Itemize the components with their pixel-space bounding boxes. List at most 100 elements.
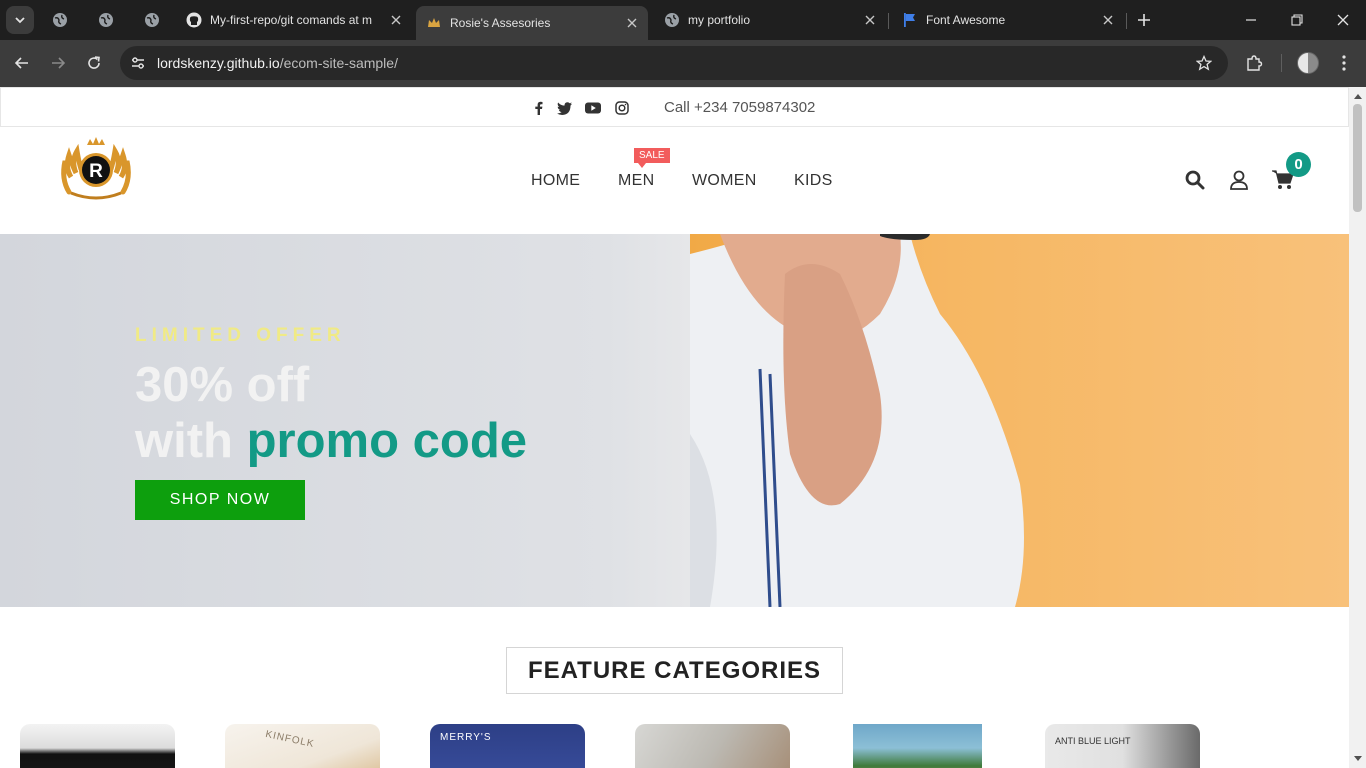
close-icon[interactable] [1098,10,1118,30]
sale-badge: SALE [634,148,670,168]
page-scrollbar[interactable] [1349,87,1366,768]
tab-separator [888,13,889,29]
tab-github-repo[interactable]: My-first-repo/git comands at m [176,6,412,34]
scroll-up-arrow[interactable] [1353,91,1362,100]
twitter-icon [556,101,572,115]
flag-icon [902,12,918,28]
pinned-tab-2[interactable] [96,10,116,30]
tab-title: My-first-repo/git comands at m [210,13,373,27]
logo-letter: R [89,161,103,182]
phone-number[interactable]: Call +234 7059874302 [664,99,815,116]
hero-banner: LIMITED OFFER 30% off with promo code SH… [0,234,1349,607]
tab-my-portfolio[interactable]: my portfolio [654,6,886,34]
category-card[interactable]: MERRY'S [430,724,585,768]
scrollbar-thumb[interactable] [1353,104,1362,212]
close-icon[interactable] [622,13,642,33]
nav-men[interactable]: MEN [618,172,654,190]
restore-button[interactable] [1287,10,1307,30]
url-path: /ecom-site-sample/ [279,55,398,71]
close-icon[interactable] [386,10,406,30]
search-icon [1185,170,1205,190]
arrow-right-icon [52,57,66,69]
github-icon [186,12,202,28]
close-window-button[interactable] [1333,10,1353,30]
toolbar-separator [1281,54,1282,72]
hero-headline: 30% off [135,358,310,412]
category-card-text: MERRY'S [440,732,492,743]
url-text: lordskenzy.github.io/ecom-site-sample/ [157,55,398,71]
globe-icon [99,13,113,27]
globe-icon [664,12,680,28]
browser-toolbar: lordskenzy.github.io/ecom-site-sample/ [0,40,1366,87]
extensions-button[interactable] [1243,52,1265,74]
forward-button[interactable] [47,52,69,74]
close-icon [1337,14,1349,26]
tab-title: Rosie's Assesories [450,16,551,30]
plus-icon [1138,14,1150,26]
restore-icon [1291,14,1303,26]
reload-icon [88,56,100,69]
bookmark-button[interactable] [1194,53,1214,73]
shop-now-button[interactable]: SHOP NOW [135,480,305,520]
instagram-link[interactable] [614,100,630,116]
new-tab-button[interactable] [1134,10,1154,30]
minimize-icon [1246,19,1256,21]
category-card[interactable]: ANTI BLUE LIGHT [1045,724,1200,768]
arrow-left-icon [14,57,28,69]
nav-women[interactable]: WOMEN [692,172,757,190]
brand-logo[interactable]: R [55,137,137,203]
category-card-text: KINFOLK [264,728,316,751]
menu-button[interactable] [1333,52,1355,74]
tune-icon [132,57,144,69]
tab-font-awesome[interactable]: Font Awesome [892,6,1124,34]
facebook-icon [534,101,542,115]
browser-tab-bar: My-first-repo/git comands at m Rosie's A… [0,0,1366,40]
scroll-down-arrow[interactable] [1353,754,1362,763]
chevron-down-icon [15,17,25,24]
minimize-button[interactable] [1241,10,1261,30]
category-card-text: ANTI BLUE LIGHT [1055,736,1131,746]
close-icon[interactable] [860,10,880,30]
youtube-link[interactable] [585,100,601,116]
user-icon [1230,170,1248,190]
category-card[interactable] [635,724,790,768]
tab-separator [1126,13,1127,29]
more-vert-icon [1342,55,1346,71]
star-icon [1196,55,1212,71]
address-bar[interactable]: lordskenzy.github.io/ecom-site-sample/ [120,46,1228,80]
crown-favicon-icon [426,15,442,31]
twitter-link[interactable] [556,100,572,116]
facebook-link[interactable] [530,100,546,116]
globe-icon [53,13,67,27]
hero-eyebrow: LIMITED OFFER [135,325,346,346]
hero-subheadline: with promo code [135,417,527,466]
hero-model-image [690,234,1024,607]
account-button[interactable] [1228,169,1250,191]
puzzle-icon [1247,55,1263,71]
tab-search-button[interactable] [6,6,34,34]
feature-categories-title: FEATURE CATEGORIES [506,647,843,694]
youtube-icon [585,102,601,114]
tab-title: Font Awesome [926,13,1006,27]
globe-icon [145,13,159,27]
tab-title: my portfolio [688,13,751,27]
reload-button[interactable] [83,52,105,74]
web-page: Call +234 7059874302 R HOME SALE MEN WOM… [0,87,1349,768]
profile-avatar[interactable] [1297,52,1319,74]
cart-count-badge: 0 [1286,152,1311,177]
site-header: R HOME SALE MEN WOMEN KIDS 0 [0,127,1349,234]
url-host: lordskenzy.github.io [157,55,280,71]
tab-rosies-assesories[interactable]: Rosie's Assesories [416,6,648,40]
category-card[interactable]: KINFOLK [225,724,380,768]
back-button[interactable] [11,52,33,74]
category-card[interactable] [853,724,982,768]
nav-kids[interactable]: KIDS [794,172,833,190]
site-info-button[interactable] [128,53,148,73]
pinned-tab-1[interactable] [50,10,70,30]
nav-home[interactable]: HOME [531,172,580,190]
instagram-icon [615,101,629,115]
search-button[interactable] [1184,169,1206,191]
category-card[interactable] [20,724,175,768]
pinned-tab-3[interactable] [142,10,162,30]
top-info-bar: Call +234 7059874302 [0,87,1349,127]
